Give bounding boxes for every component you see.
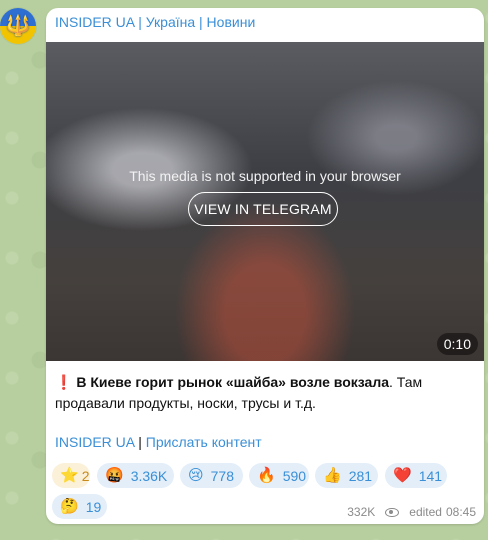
thumbs-up-icon: 👍	[323, 467, 342, 484]
post-links: INSIDER UA | Прислать контент	[55, 434, 262, 450]
reaction-star[interactable]: ⭐ 2	[52, 463, 90, 488]
reaction-fire[interactable]: 🔥 590	[249, 463, 309, 488]
link-separator: |	[134, 434, 146, 450]
unsupported-media-message: This media is not supported in your brow…	[129, 168, 401, 184]
reaction-count: 3.36K	[130, 467, 168, 484]
reaction-sad[interactable]: 😢 778	[180, 463, 243, 488]
trident-icon: 🔱	[5, 15, 31, 37]
reaction-count: 590	[282, 467, 307, 484]
message-time: 08:45	[445, 505, 476, 519]
message-meta: 332K edited 08:45	[347, 505, 476, 519]
reaction-angry[interactable]: 🤬 3.36K	[97, 463, 174, 488]
reaction-heart[interactable]: ❤️ 141	[385, 463, 447, 488]
exclamation-icon: ❗	[55, 374, 73, 390]
edited-label: edited	[409, 505, 442, 519]
reaction-count: 778	[210, 467, 234, 484]
reaction-count: 19	[85, 498, 102, 515]
sad-face-icon: 😢	[188, 467, 204, 484]
angry-face-icon: 🤬	[105, 467, 124, 484]
thinking-face-icon: 🤔	[60, 498, 79, 515]
insider-link[interactable]: INSIDER UA	[55, 434, 134, 450]
eye-icon	[385, 507, 400, 517]
post-headline: В Киеве горит рынок «шайба» возле вокзал…	[76, 374, 390, 390]
channel-avatar[interactable]: 🔱	[0, 8, 36, 44]
heart-icon: ❤️	[393, 467, 412, 484]
reaction-count: 281	[348, 467, 373, 484]
star-icon: ⭐	[60, 467, 79, 484]
reaction-count: 2	[81, 467, 90, 484]
reaction-count: 141	[418, 467, 443, 484]
video-placeholder[interactable]: This media is not supported in your brow…	[46, 42, 484, 361]
view-in-telegram-button[interactable]: VIEW IN TELEGRAM	[188, 192, 338, 226]
post-text: ❗ В Киеве горит рынок «шайба» возле вокз…	[55, 372, 475, 414]
submit-content-link[interactable]: Прислать контент	[146, 434, 262, 450]
channel-name[interactable]: INSIDER UA | Україна | Новини	[55, 14, 255, 30]
view-count: 332K	[347, 505, 376, 519]
reaction-thumbs-up[interactable]: 👍 281	[315, 463, 378, 488]
reaction-thinking[interactable]: 🤔 19	[52, 494, 107, 519]
video-duration: 0:10	[436, 333, 478, 355]
message-bubble: INSIDER UA | Україна | Новини This media…	[46, 8, 484, 524]
fire-icon: 🔥	[257, 467, 276, 484]
